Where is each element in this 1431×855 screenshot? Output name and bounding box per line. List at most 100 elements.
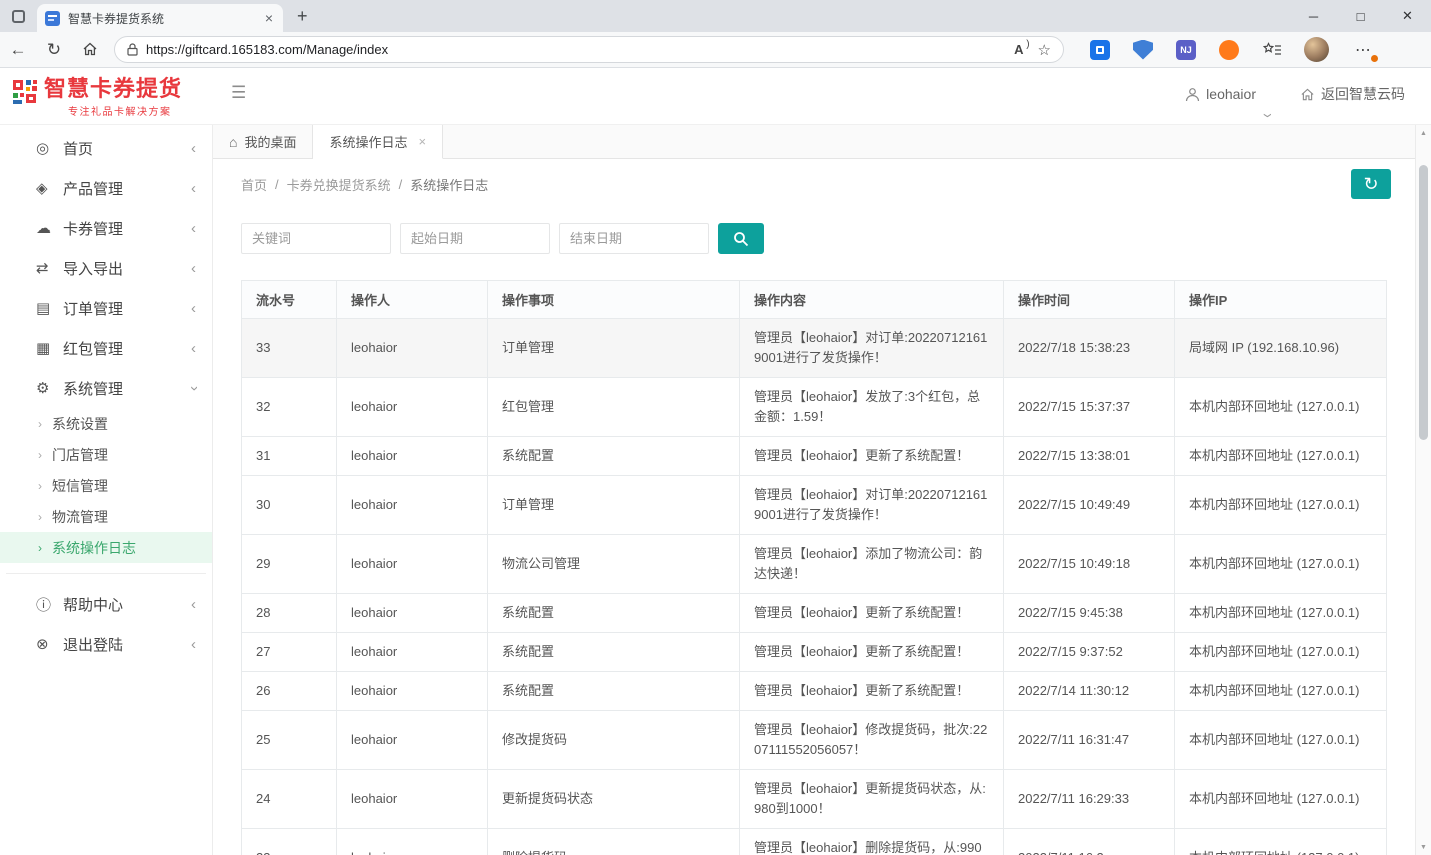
sidebar-item-首页[interactable]: ◎首页‹ [0,128,212,168]
cell-ip: 本机内部环回地址 (127.0.0.1) [1175,829,1387,855]
scrollbar-thumb[interactable] [1419,165,1428,440]
sidebar-subitem-系统设置[interactable]: ›系统设置 [0,408,212,439]
tab-label: 我的桌面 [244,132,296,151]
column-header: 操作IP [1175,281,1387,319]
tab-actions-icon[interactable] [12,10,25,23]
page-scrollbar[interactable]: ▲ ▼ [1415,125,1431,855]
help-icon: ⓘ [36,594,63,615]
sidebar-item-label: 首页 [63,138,191,159]
table-row: 24leohaior更新提货码状态管理员【leohaior】更新提货码状态，从:… [242,770,1387,829]
cell-operator: leohaior [337,829,488,855]
read-aloud-icon[interactable]: A [1014,42,1029,57]
sidebar-item-退出登陆[interactable]: ⊗退出登陆‹ [0,624,212,664]
window-controls: ─ □ ✕ [1290,0,1431,32]
nj-extension-icon[interactable]: NJ [1176,40,1196,60]
tab-close-icon[interactable]: × [263,11,275,25]
browser-home-icon[interactable] [72,40,108,60]
cell-serial: 30 [242,476,337,535]
return-cloud-link[interactable]: 返回智慧云码 [1300,84,1405,104]
sidebar-subitem-门店管理[interactable]: ›门店管理 [0,439,212,470]
start-date-input[interactable] [400,223,550,254]
profile-avatar[interactable] [1304,37,1329,62]
app-logo[interactable]: 智慧卡券提货 专注礼品卡解决方案 [12,77,182,118]
sidebar-item-订单管理[interactable]: ▤订单管理‹ [0,288,212,328]
blue-square-extension-icon[interactable] [1090,40,1110,60]
sidebar-subitem-label: 物流管理 [52,507,108,527]
app-header: 智慧卡券提货 专注礼品卡解决方案 ☰ leohaior 返回智慧云码 ‹ [0,68,1431,125]
chevron-right-icon: › [38,417,42,431]
table-row: 32leohaior红包管理管理员【leohaior】发放了:3个红包，总金额：… [242,378,1387,437]
cell-operator: leohaior [337,437,488,476]
settings-menu-icon[interactable]: ⋯ [1351,38,1376,62]
sidebar-item-导入导出[interactable]: ⇄导入导出‹ [0,248,212,288]
scroll-down-icon[interactable]: ▼ [1416,839,1431,855]
cell-time: 2022/7/15 15:37:37 [1004,378,1175,437]
cell-item: 订单管理 [488,319,740,378]
cell-ip: 本机内部环回地址 (127.0.0.1) [1175,594,1387,633]
card-coupon-icon: ☁ [36,219,63,237]
cell-content: 管理员【leohaior】更新了系统配置！ [740,672,1004,711]
reload-icon[interactable]: ↻ [36,40,72,60]
sidebar-item-帮助中心[interactable]: ⓘ帮助中心‹ [0,584,212,624]
address-bar[interactable]: https://giftcard.165183.com/Manage/index… [114,36,1064,63]
sidebar-item-系统管理[interactable]: ⚙系统管理‹ [0,368,212,408]
cell-content: 管理员【leohaior】更新了系统配置！ [740,633,1004,672]
sidebar-toggle-icon[interactable]: ☰ [231,83,246,103]
keyword-input[interactable] [241,223,391,254]
breadcrumb-item[interactable]: 卡券兑换提货系统 [287,175,391,194]
user-menu[interactable]: leohaior [1185,86,1256,102]
sidebar-subitem-短信管理[interactable]: ›短信管理 [0,470,212,501]
breadcrumb-item[interactable]: 首页 [241,175,267,194]
site-favicon-icon [45,11,60,26]
user-icon [1185,87,1200,102]
tab-system-log[interactable]: 系统操作日志 × [313,125,443,159]
shield-extension-icon[interactable] [1133,40,1153,60]
chevron-right-icon: › [38,448,42,462]
column-header: 操作时间 [1004,281,1175,319]
breadcrumb: 首页/卡券兑换提货系统/系统操作日志 [241,175,488,194]
user-dropdown-chevron-icon[interactable]: ‹ [1255,113,1276,117]
cell-operator: leohaior [337,594,488,633]
cell-content: 管理员【leohaior】删除提货码，从:990到 [740,829,1004,855]
cell-content: 管理员【leohaior】添加了物流公司：韵达快递！ [740,535,1004,594]
cell-content: 管理员【leohaior】修改提货码，批次:2207111552056057！ [740,711,1004,770]
breadcrumb-bar: 首页/卡券兑换提货系统/系统操作日志 ↻ [213,159,1415,209]
search-button[interactable] [718,223,764,254]
url-text[interactable]: https://giftcard.165183.com/Manage/index [146,42,1006,57]
tab-my-desktop[interactable]: ⌂ 我的桌面 [213,125,313,158]
scroll-up-icon[interactable]: ▲ [1416,125,1431,141]
content-panel: 首页/卡券兑换提货系统/系统操作日志 ↻ 流水号操作人操作事项操作内容操作时间操… [213,159,1415,855]
cell-ip: 本机内部环回地址 (127.0.0.1) [1175,378,1387,437]
end-date-input[interactable] [559,223,709,254]
sidebar-item-卡券管理[interactable]: ☁卡券管理‹ [0,208,212,248]
sidebar-item-label: 红包管理 [63,338,191,359]
sidebar-item-label: 产品管理 [63,178,191,199]
chevron-icon: ‹ [185,386,202,391]
chevron-right-icon: › [38,541,42,555]
table-row: 33leohaior订单管理管理员【leohaior】对订单:202207121… [242,319,1387,378]
sidebar-subitem-系统操作日志[interactable]: ›系统操作日志 [0,532,212,563]
minimize-button[interactable]: ─ [1290,0,1337,32]
sidebar-item-红包管理[interactable]: ▦红包管理‹ [0,328,212,368]
favorites-star-icon[interactable]: ☆ [1038,41,1051,59]
browser-tab[interactable]: 智慧卡券提货系统 × [37,4,283,32]
tab-label: 系统操作日志 [329,132,407,151]
sidebar-item-产品管理[interactable]: ◈产品管理‹ [0,168,212,208]
refresh-button[interactable]: ↻ [1351,169,1391,199]
favorites-bar-icon[interactable] [1263,42,1282,58]
cell-ip: 局域网 IP (192.168.10.96) [1175,319,1387,378]
cell-operator: leohaior [337,476,488,535]
back-icon[interactable]: ← [0,40,36,60]
new-tab-button[interactable]: + [297,6,308,27]
tab-close-icon[interactable]: × [419,134,427,149]
maximize-button[interactable]: □ [1337,0,1384,32]
sidebar-subitem-物流管理[interactable]: › 物流管理 [0,501,212,532]
browser-tab-title: 智慧卡券提货系统 [68,10,255,27]
close-button[interactable]: ✕ [1384,0,1431,32]
sidebar-item-label: 导入导出 [63,258,191,279]
sidebar-item-label: 卡券管理 [63,218,191,239]
orange-circle-extension-icon[interactable] [1219,40,1239,60]
chevron-right-icon: › [38,510,42,524]
extension-icons: NJ [1090,40,1239,60]
sidebar: ◎首页‹◈产品管理‹☁卡券管理‹⇄导入导出‹▤订单管理‹▦红包管理‹⚙系统管理‹… [0,125,213,855]
